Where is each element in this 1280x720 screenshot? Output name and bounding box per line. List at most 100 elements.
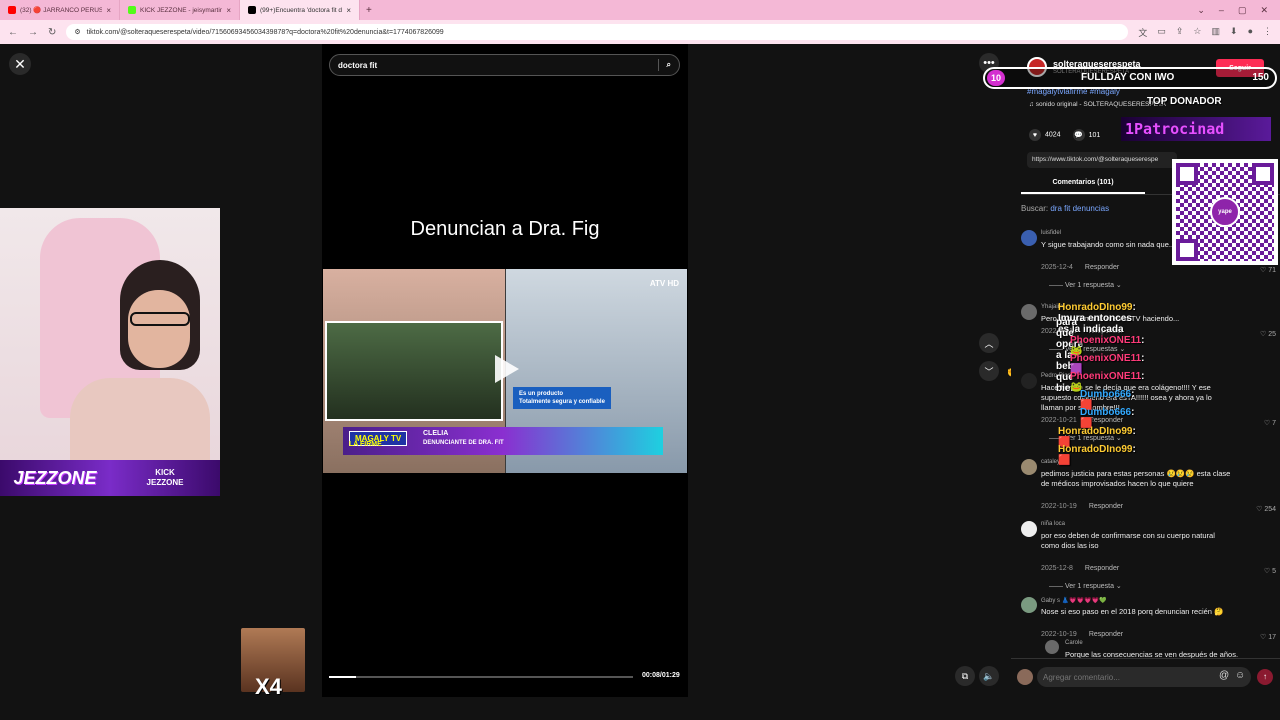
view-replies-button[interactable]: —— Ver 1 respuesta ⌄: [1049, 582, 1122, 590]
comment-likes[interactable]: ♡ 5: [1264, 567, 1276, 575]
caption-line: Totalmente segura y confiable: [519, 399, 605, 405]
translate-icon[interactable]: 文: [1138, 26, 1147, 39]
reply-button[interactable]: Responder: [1089, 631, 1123, 638]
comment-likes[interactable]: ♡ 25: [1260, 330, 1276, 338]
send-button[interactable]: ↑: [1257, 669, 1273, 685]
window-controls: ⌄ – ▢ ✕: [1197, 5, 1280, 16]
downloads-icon[interactable]: ⬇: [1230, 26, 1238, 39]
mention-icon[interactable]: @: [1219, 670, 1229, 681]
commenter-name[interactable]: luisfidel: [1041, 230, 1061, 236]
comment-date: 2022-10-19: [1041, 503, 1077, 510]
browser-tab-strip: (32) 🔴 JARRANCO PERUST 2! ¡ × KICK JEZZO…: [0, 0, 1280, 20]
commenter-name[interactable]: Carole: [1065, 640, 1083, 646]
cast-icon[interactable]: ▭: [1157, 26, 1166, 39]
tab-comments[interactable]: Comentarios (101): [1021, 174, 1145, 194]
chevron-down-icon[interactable]: ⌄: [1197, 5, 1205, 16]
close-tab-icon[interactable]: ×: [106, 6, 111, 15]
commenter-avatar[interactable]: [1021, 304, 1037, 320]
comment-likes[interactable]: ♡ 254: [1256, 505, 1276, 513]
commenter-avatar[interactable]: [1021, 597, 1037, 613]
comment-search-hint: Buscar: dra fit denuncias: [1021, 204, 1109, 213]
browser-tab-tiktok[interactable]: (99+)Encuentra 'doctora fit de ×: [240, 0, 360, 20]
reload-icon[interactable]: ↻: [48, 27, 56, 38]
streamer-face: [128, 290, 190, 368]
chat-username: HonradoDIno99: [1058, 444, 1133, 455]
video-link-box[interactable]: https://www.tiktok.com/@solteraqueseresp…: [1027, 152, 1177, 168]
close-window-icon[interactable]: ✕: [1260, 5, 1268, 16]
view-replies-button[interactable]: —— Ver 1 respuesta ⌄: [1049, 281, 1122, 289]
details-panel: [1011, 44, 1280, 720]
video-headline: Denuncian a Dra. Fig: [410, 218, 600, 240]
minimize-icon[interactable]: –: [1219, 5, 1224, 16]
chat-message: HonradoDIno99: 🟥: [1058, 444, 1136, 466]
top-donor-label: TOP DONADOR: [1147, 96, 1222, 107]
url-field[interactable]: ⚙ tiktok.com/@solteraqueserespeta/video/…: [66, 24, 1129, 40]
streamer-body: [70, 378, 210, 460]
volume-button[interactable]: 🔈: [979, 666, 999, 686]
menu-icon[interactable]: ⋮: [1263, 26, 1272, 39]
search-term[interactable]: dra fit denuncias: [1050, 204, 1109, 213]
close-tab-icon[interactable]: ×: [346, 6, 351, 15]
commenter-name[interactable]: niña loca: [1041, 521, 1065, 527]
pip-button[interactable]: ⧉: [955, 666, 975, 686]
forward-icon[interactable]: →: [28, 27, 38, 38]
next-video-button[interactable]: ﹀: [979, 361, 999, 381]
close-icon: ✕: [14, 55, 26, 72]
tv-logo: ATV HD: [649, 279, 679, 288]
program-sub: LA FIRME: [349, 441, 382, 448]
close-tab-icon[interactable]: ×: [226, 6, 231, 15]
chevron-down-icon: ﹀: [984, 366, 994, 377]
new-tab-button[interactable]: +: [366, 5, 372, 16]
emote-overlay: X4: [241, 628, 305, 699]
volume-icon: 🔈: [983, 670, 995, 681]
reply-button[interactable]: Responder: [1089, 503, 1123, 510]
bookmark-star-icon[interactable]: ☆: [1193, 26, 1201, 39]
comment-button[interactable]: 💬 101: [1072, 129, 1100, 141]
profile-icon[interactable]: ●: [1248, 26, 1253, 39]
comment-date: 2025-12-4: [1041, 264, 1073, 271]
commenter-avatar[interactable]: [1021, 459, 1037, 475]
commenter-name[interactable]: Gaby s 👗💗💗💗💗💚: [1041, 597, 1107, 604]
comment-likes[interactable]: ♡ 17: [1260, 633, 1276, 641]
qr-pattern: yape: [1176, 163, 1274, 261]
video-progress-bar[interactable]: [329, 676, 633, 678]
extensions-icon[interactable]: ▥: [1212, 26, 1221, 39]
qr-corner: [1176, 239, 1198, 261]
qr-corner: [1252, 163, 1274, 185]
comment-likes[interactable]: ♡ 7: [1264, 419, 1276, 427]
kick-channel: KICK JEZZONE: [110, 468, 220, 488]
search-icon[interactable]: ⌕: [667, 60, 671, 70]
like-button[interactable]: ♥ 4024: [1029, 129, 1061, 141]
caption-line: Es un producto: [519, 391, 563, 397]
yape-logo: yape: [1210, 197, 1240, 227]
comment-likes[interactable]: ♡ 71: [1260, 266, 1276, 274]
previous-video-button[interactable]: ︿: [979, 333, 999, 353]
play-icon[interactable]: [495, 355, 519, 383]
commenter-avatar[interactable]: [1021, 230, 1037, 246]
commenter-avatar[interactable]: [1021, 373, 1037, 389]
emoji-icon[interactable]: ☺: [1235, 670, 1245, 681]
close-video-button[interactable]: ✕: [9, 53, 31, 75]
divider: [657, 59, 659, 71]
goal-bar: 10 FULLDAY CON IWO 150: [983, 67, 1277, 89]
site-info-icon[interactable]: ⚙: [74, 28, 80, 36]
chat-username: PhoenixONE11: [1070, 335, 1142, 346]
reply-button[interactable]: Responder: [1085, 264, 1119, 271]
search-input[interactable]: [338, 60, 650, 70]
commenter-avatar[interactable]: [1045, 640, 1059, 654]
kick-icon: [128, 6, 136, 14]
share-icon[interactable]: ⇪: [1176, 26, 1184, 39]
search-prefix: Buscar:: [1021, 204, 1049, 213]
maximize-icon[interactable]: ▢: [1238, 5, 1247, 16]
music-note-icon: ♫: [1029, 101, 1036, 108]
engagement-stats: ♥ 4024 💬 101: [1029, 129, 1100, 141]
sound-link[interactable]: ♫ sonido original - SOLTERAQUESERESPETA: [1029, 101, 1166, 108]
tiktok-icon: [248, 6, 256, 14]
commenter-avatar[interactable]: [1021, 521, 1037, 537]
stream-brand-bar: JEZZONE KICK JEZZONE: [0, 460, 220, 496]
browser-tab-youtube[interactable]: (32) 🔴 JARRANCO PERUST 2! ¡ ×: [0, 0, 120, 20]
qr-corner: [1176, 163, 1198, 185]
reply-button[interactable]: Responder: [1085, 565, 1119, 572]
browser-tab-kick[interactable]: KICK JEZZONE - jeisymartinez ×: [120, 0, 240, 20]
back-icon[interactable]: ←: [8, 27, 18, 38]
